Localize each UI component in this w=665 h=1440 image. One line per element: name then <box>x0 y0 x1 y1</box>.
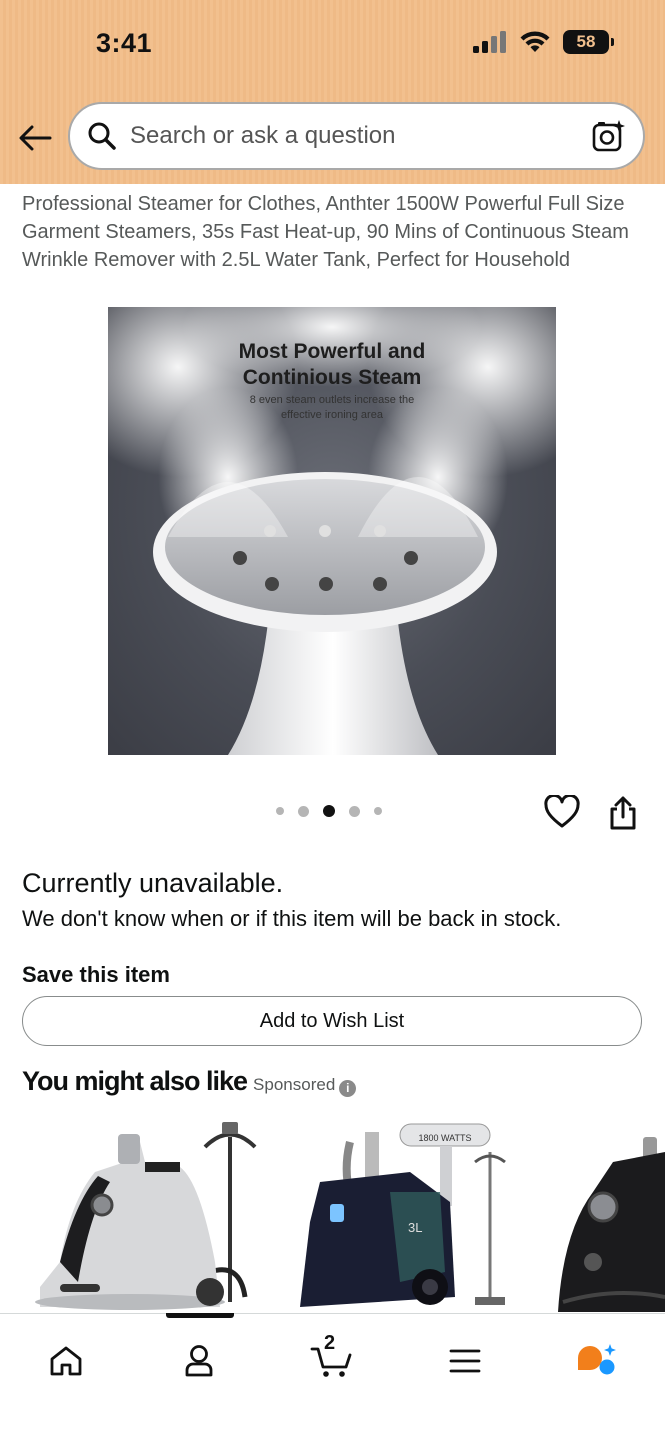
add-to-list-heart-button[interactable] <box>544 793 580 831</box>
search-bar[interactable] <box>68 102 645 170</box>
active-tab-indicator <box>166 1313 234 1318</box>
nav-menu[interactable] <box>435 1336 495 1386</box>
recommended-product-card[interactable] <box>30 1112 260 1314</box>
carousel-dot[interactable] <box>349 805 360 817</box>
status-time: 3:41 <box>96 28 153 58</box>
rufus-ai-icon <box>578 1344 616 1375</box>
image-headline-line2: Continious Steam <box>242 366 422 389</box>
image-subtext-line1: 8 even steam outlets increase the <box>249 394 415 406</box>
image-carousel-dots[interactable] <box>276 805 382 817</box>
app-header: 3:41 58 <box>0 0 665 184</box>
nav-rufus[interactable] <box>566 1336 626 1386</box>
carousel-dot[interactable] <box>374 807 382 815</box>
cellular-signal-icon <box>473 31 506 53</box>
sponsored-label[interactable]: Sponsored i <box>253 1075 357 1097</box>
nav-home[interactable] <box>36 1336 96 1386</box>
recommended-product-card[interactable] <box>553 1112 665 1314</box>
battery-icon: 58 <box>563 30 614 54</box>
search-icon <box>86 120 118 152</box>
recommended-product-image <box>35 1122 257 1310</box>
image-subtext: 8 even steam outlets increase the effect… <box>108 393 556 423</box>
carousel-dot[interactable] <box>276 807 284 815</box>
share-icon <box>610 796 636 830</box>
wifi-icon <box>520 31 550 52</box>
recommendations-header: You might also like Sponsored i <box>22 1066 357 1097</box>
image-headline-line1: Most Powerful and <box>238 340 426 363</box>
status-icons: 58 <box>473 30 614 54</box>
carousel-dot-active[interactable] <box>323 805 335 817</box>
camera-search-icon[interactable] <box>591 118 627 154</box>
product-image[interactable]: Most Powerful and Continious Steam 8 eve… <box>108 307 556 755</box>
nav-account[interactable] <box>169 1336 229 1386</box>
recommendations-carousel[interactable]: 1800 WATTS 3L <box>0 1112 665 1314</box>
save-item-heading: Save this item <box>22 962 170 987</box>
home-icon <box>50 1346 82 1376</box>
battery-level: 58 <box>576 32 596 51</box>
share-button[interactable] <box>608 795 640 831</box>
cart-count-badge: 2 <box>324 1332 336 1354</box>
account-icon <box>185 1345 213 1377</box>
add-to-wish-list-button[interactable]: Add to Wish List <box>22 996 642 1046</box>
info-icon[interactable]: i <box>339 1079 357 1097</box>
search-input[interactable] <box>130 122 591 150</box>
image-headline: Most Powerful and Continious Steam <box>108 339 556 391</box>
recommended-product-image: 1800 WATTS 3L <box>300 1123 506 1307</box>
bottom-navigation: 2 <box>0 1313 665 1440</box>
sponsored-text: Sponsored <box>253 1075 336 1094</box>
menu-icon <box>449 1349 481 1373</box>
back-arrow-icon <box>19 125 52 151</box>
product-title[interactable]: Professional Steamer for Clothes, Anthte… <box>22 190 642 274</box>
nav-cart[interactable]: 2 <box>302 1332 362 1386</box>
back-button[interactable] <box>16 120 54 156</box>
carousel-dot[interactable] <box>298 805 309 817</box>
recommendations-title: You might also like <box>22 1066 248 1096</box>
recommended-product-card[interactable]: 1800 WATTS 3L <box>290 1112 530 1314</box>
availability-message: We don't know when or if this item will … <box>22 906 562 931</box>
image-subtext-line2: effective ironing area <box>281 409 383 421</box>
heart-icon <box>544 793 580 828</box>
watts-label: 1800 WATTS <box>418 1133 471 1143</box>
tank-label: 3L <box>408 1220 422 1235</box>
recommended-product-image <box>558 1137 665 1312</box>
availability-status: Currently unavailable. <box>22 868 284 898</box>
